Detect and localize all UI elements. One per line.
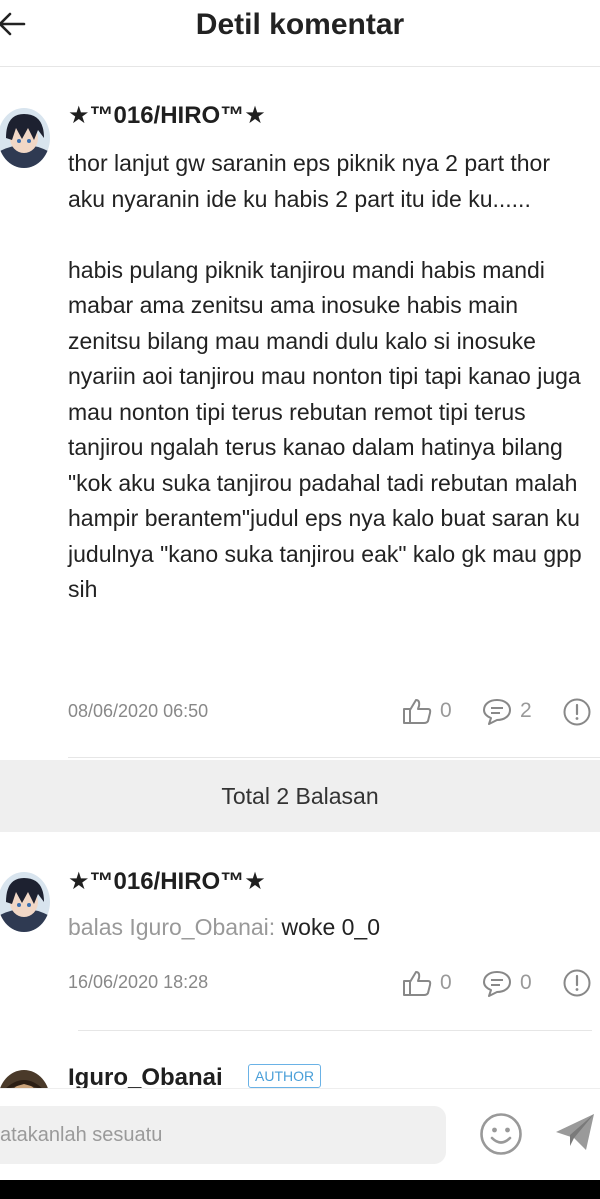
- reply-button[interactable]: 0: [482, 969, 532, 997]
- thumbs-up-icon: [403, 699, 432, 724]
- header: Detil komentar: [0, 0, 600, 67]
- send-button[interactable]: [552, 1108, 598, 1156]
- like-button[interactable]: 0: [402, 697, 452, 725]
- report-button[interactable]: [562, 968, 592, 998]
- exclamation-circle-icon: [563, 698, 591, 726]
- smiley-icon: [480, 1113, 522, 1155]
- avatar[interactable]: [0, 108, 50, 168]
- speech-bubble-icon: [483, 971, 511, 997]
- page-title: Detil komentar: [195, 8, 405, 41]
- like-count: 0: [440, 699, 452, 722]
- comment-paragraph: thor lanjut gw saranin eps piknik nya 2 …: [68, 150, 550, 212]
- like-button[interactable]: 0: [402, 969, 452, 997]
- replies-total-label: Total 2 Balasan: [221, 782, 379, 809]
- thumbs-up-icon: [403, 971, 432, 996]
- paper-plane-icon: [556, 1114, 594, 1150]
- comment-input[interactable]: atakanlah sesuatu: [0, 1106, 446, 1164]
- emoji-button[interactable]: [478, 1111, 524, 1157]
- like-count: 0: [440, 971, 452, 994]
- comment-username[interactable]: ★™016/HIRO™★: [68, 101, 266, 130]
- speech-bubble-icon: [483, 699, 511, 725]
- reply-username[interactable]: ★™016/HIRO™★: [68, 867, 266, 896]
- input-placeholder: atakanlah sesuatu: [0, 1123, 163, 1146]
- reply-content: woke 0_0: [281, 914, 381, 940]
- reply-count: 0: [520, 971, 532, 994]
- reply-timestamp: 16/06/2020 18:28: [68, 972, 209, 992]
- replies-header: Total 2 Balasan: [0, 760, 600, 832]
- author-badge: AUTHOR: [248, 1064, 322, 1088]
- divider: [78, 1030, 592, 1031]
- report-button[interactable]: [562, 697, 592, 727]
- comment-timestamp: 08/06/2020 06:50: [68, 701, 209, 721]
- reply-text: balas Iguro_Obanai: woke 0_0: [68, 914, 380, 941]
- reply-count: 2: [520, 699, 532, 722]
- divider: [68, 757, 600, 758]
- exclamation-circle-icon: [563, 969, 591, 997]
- avatar[interactable]: [0, 872, 50, 932]
- reply-button[interactable]: 2: [482, 697, 532, 725]
- comment-paragraph: habis pulang piknik tanjirou mandi habis…: [68, 256, 582, 603]
- reply-mention[interactable]: balas Iguro_Obanai:: [68, 914, 275, 940]
- comment-text: thor lanjut gw saranin eps piknik nya 2 …: [68, 146, 588, 608]
- system-nav-bar: [0, 1180, 600, 1199]
